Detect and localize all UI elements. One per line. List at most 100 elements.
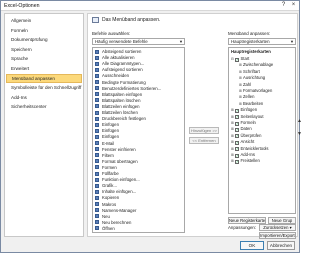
node-label: Daten (240, 126, 252, 132)
new-tab-button[interactable]: Neue Registerkarte (228, 217, 266, 224)
command-item[interactable]: Alle Diagrammtypen... (95, 61, 144, 67)
command-icon (95, 55, 99, 60)
ribbon-node[interactable]: ⊞Zahl (239, 82, 251, 88)
nav-item[interactable]: Dokumentprüfung (6, 35, 82, 44)
command-item[interactable]: Funktion einfügen... (95, 177, 140, 183)
node-checkbox[interactable]: ✓ (235, 134, 239, 139)
ribbon-node[interactable]: ⊞Ausrichtung (239, 75, 265, 81)
help-icon[interactable]: ? (279, 2, 288, 9)
command-icon (95, 49, 99, 54)
command-icon (95, 92, 99, 97)
command-item[interactable]: Einfügen (95, 122, 119, 128)
node-label: Überprüfen (240, 132, 262, 138)
command-item[interactable]: Blattzeilen einfügen (95, 104, 140, 110)
command-item[interactable]: Ausschneiden (95, 73, 129, 79)
command-item[interactable]: Blattspalten einfügen (95, 92, 142, 98)
ok-button[interactable]: OK (240, 241, 264, 250)
node-label: Add-Ins (240, 152, 255, 157)
command-item[interactable]: Filtern (95, 153, 114, 159)
command-item[interactable]: Fenster einfrieren (95, 147, 136, 153)
command-item[interactable]: Druckbereich festlegen (95, 116, 146, 122)
ribbon-node[interactable]: ⊞ ✓ Überprüfen (231, 133, 261, 139)
ribbon-node[interactable]: ⊞ ✓ Freistellen (231, 158, 260, 164)
command-item[interactable]: Benutzerdefiniertes Sortieren... (95, 86, 161, 92)
command-item[interactable]: Absteigend sortieren (95, 49, 141, 55)
command-label: Funktion einfügen... (102, 177, 140, 183)
command-item[interactable]: Neu (95, 214, 110, 220)
command-item[interactable]: Kopieren (95, 195, 119, 201)
node-checkbox[interactable]: ✓ (235, 147, 239, 152)
command-item[interactable]: Öffnen (95, 226, 115, 232)
new-group-button[interactable]: Neue Grup (268, 217, 296, 224)
command-item[interactable]: Bedingte Formatierung (95, 80, 146, 86)
ribbon-node[interactable]: ⊞Formatvorlagen (239, 88, 272, 94)
command-label: Füllfarbe (102, 171, 119, 176)
node-checkbox[interactable]: ✓ (235, 153, 239, 158)
node-checkbox[interactable]: ✓ (235, 159, 239, 164)
close-icon[interactable]: × (289, 2, 298, 9)
command-item[interactable]: Grafik... (95, 183, 117, 189)
move-down-icon[interactable]: ▼ (297, 132, 302, 137)
nav-item[interactable]: Add-Ins (6, 93, 82, 102)
command-item[interactable]: E-Mail (95, 141, 114, 147)
command-item[interactable]: Füllfarbe (95, 171, 119, 177)
import-export-button[interactable]: Importieren/Export (259, 232, 296, 239)
nav-item[interactable]: Formeln (6, 26, 82, 35)
command-item[interactable]: Einfügen (95, 128, 119, 134)
node-checkbox[interactable]: ✓ (235, 108, 239, 113)
command-item[interactable]: Inhalte einfügen... (95, 189, 136, 195)
nav-item[interactable]: Sicherheitscenter (6, 102, 82, 111)
ribbon-node[interactable]: ⊞ ✓ Seitenlayout (231, 114, 264, 120)
command-icon (95, 128, 99, 133)
add-button[interactable]: Hinzufügen >> (189, 127, 219, 134)
reset-button[interactable]: Zurücksetzen ▾ (259, 224, 296, 231)
ribbon-node[interactable]: ⊞ ✓ Formeln (231, 120, 256, 126)
ribbon-node[interactable]: ⊞ ✓ Daten (231, 126, 252, 132)
commands-dropdown[interactable]: Häufig verwendete Befehle ▼ (92, 38, 185, 45)
remove-button[interactable]: << Entfernen (189, 137, 219, 144)
command-item[interactable]: Aufsteigend sortieren (95, 67, 143, 73)
ribbon-node[interactable]: ⊟ ✓ Start (231, 56, 249, 62)
nav-item[interactable]: Erweitert (6, 64, 82, 73)
nav-item[interactable]: Sprache (6, 54, 82, 63)
node-checkbox[interactable]: ✓ (235, 127, 239, 132)
ribbon-node[interactable]: ⊞Zellen (239, 94, 254, 100)
ribbon-dropdown[interactable]: Hauptregisterkarten ▼ (228, 38, 296, 45)
node-checkbox[interactable]: ✓ (235, 140, 239, 145)
customizations-label: Anpassungen: (228, 225, 257, 230)
command-item[interactable]: Alle aktualisieren (95, 55, 134, 61)
command-item[interactable]: Neu berechnen (95, 220, 131, 226)
command-label: Benutzerdefiniertes Sortieren... (102, 85, 162, 91)
ribbon-node[interactable]: ⊞ ✓ Entwicklertools (231, 146, 268, 152)
nav-item[interactable]: Symbolleiste für den Schnellzugriff (6, 83, 82, 92)
command-item[interactable]: Formen (95, 165, 117, 171)
command-icon (95, 134, 99, 139)
ribbon-tree[interactable]: Hauptregisterkarten ⊟ ✓ Start ⊞Zwischenabla… (228, 47, 296, 214)
node-checkbox[interactable]: ✓ (235, 121, 239, 126)
ribbon-node[interactable]: ⊞Schriftart (239, 69, 260, 75)
command-item[interactable]: Format übertragen (95, 159, 138, 165)
nav-item[interactable]: Speichern (6, 45, 82, 54)
nav-item[interactable]: Allgemein (6, 16, 82, 25)
ribbon-node[interactable]: ⊞Bearbeiten (239, 101, 263, 107)
command-item[interactable]: Makros (95, 202, 116, 208)
cancel-button[interactable]: Abbrechen (267, 241, 295, 250)
ribbon-node[interactable]: ⊞Zwischenablage (239, 62, 273, 68)
command-label: Einfügen (102, 134, 119, 140)
node-checkbox[interactable]: ✓ (235, 115, 239, 120)
command-item[interactable]: Blattspalten löschen (95, 98, 140, 104)
move-up-icon[interactable]: ▲ (297, 119, 302, 124)
ribbon-node[interactable]: ⊞ ✓ Einfügen (231, 107, 257, 113)
command-item[interactable]: Namens-Manager (95, 208, 136, 214)
command-item[interactable]: Blattzeilen löschen (95, 110, 138, 116)
nav-item[interactable]: Menüband anpassen (6, 73, 82, 83)
commands-list[interactable]: Absteigend sortieren Alle aktualisieren Al… (92, 47, 185, 233)
node-label: Ausrichtung (243, 75, 266, 81)
command-icon (95, 80, 99, 85)
ribbon-node[interactable]: ⊞ ✓ Ansicht (231, 139, 254, 145)
command-item[interactable]: Einfügen (95, 134, 119, 140)
command-label: Neu (102, 213, 110, 219)
node-checkbox[interactable]: ✓ (235, 57, 239, 62)
command-label: Bedingte Formatierung (102, 79, 146, 85)
ribbon-node[interactable]: ⊞ ✓ Add-Ins (231, 152, 255, 158)
